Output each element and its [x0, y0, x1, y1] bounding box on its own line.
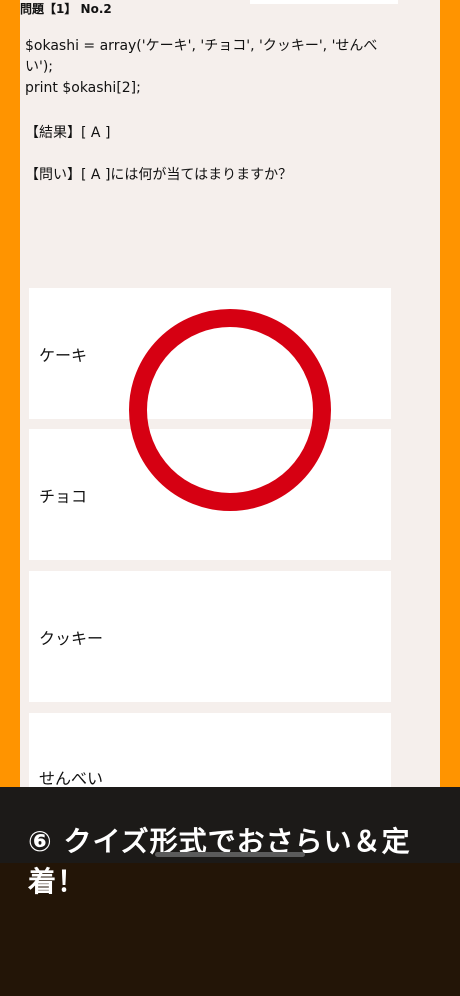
- option-senbei[interactable]: せんべい: [29, 713, 391, 793]
- result-text: 【結果】[ A ]: [25, 125, 111, 141]
- code-line-1: $okashi = array('ケーキ', 'チョコ', 'クッキー', 'せ…: [25, 38, 378, 75]
- option-label: ケーキ: [39, 345, 88, 365]
- code-block: $okashi = array('ケーキ', 'チョコ', 'クッキー', 'せ…: [25, 36, 397, 99]
- circle-icon: [129, 309, 331, 511]
- option-label: せんべい: [39, 769, 104, 788]
- caption-text: ⑥ クイズ形式でおさらい＆定着！: [28, 825, 411, 898]
- question-number: 問題【1】 No.2: [20, 2, 112, 16]
- home-indicator[interactable]: [155, 852, 305, 857]
- top-edge-element: [250, 0, 398, 4]
- option-cookie[interactable]: クッキー: [29, 571, 391, 702]
- option-label: クッキー: [39, 628, 104, 648]
- option-label: チョコ: [39, 486, 88, 506]
- question-text: 【問い】[ A ]には何が当てはまりますか？: [25, 167, 293, 183]
- code-line-2: print $okashi[2];: [25, 80, 141, 96]
